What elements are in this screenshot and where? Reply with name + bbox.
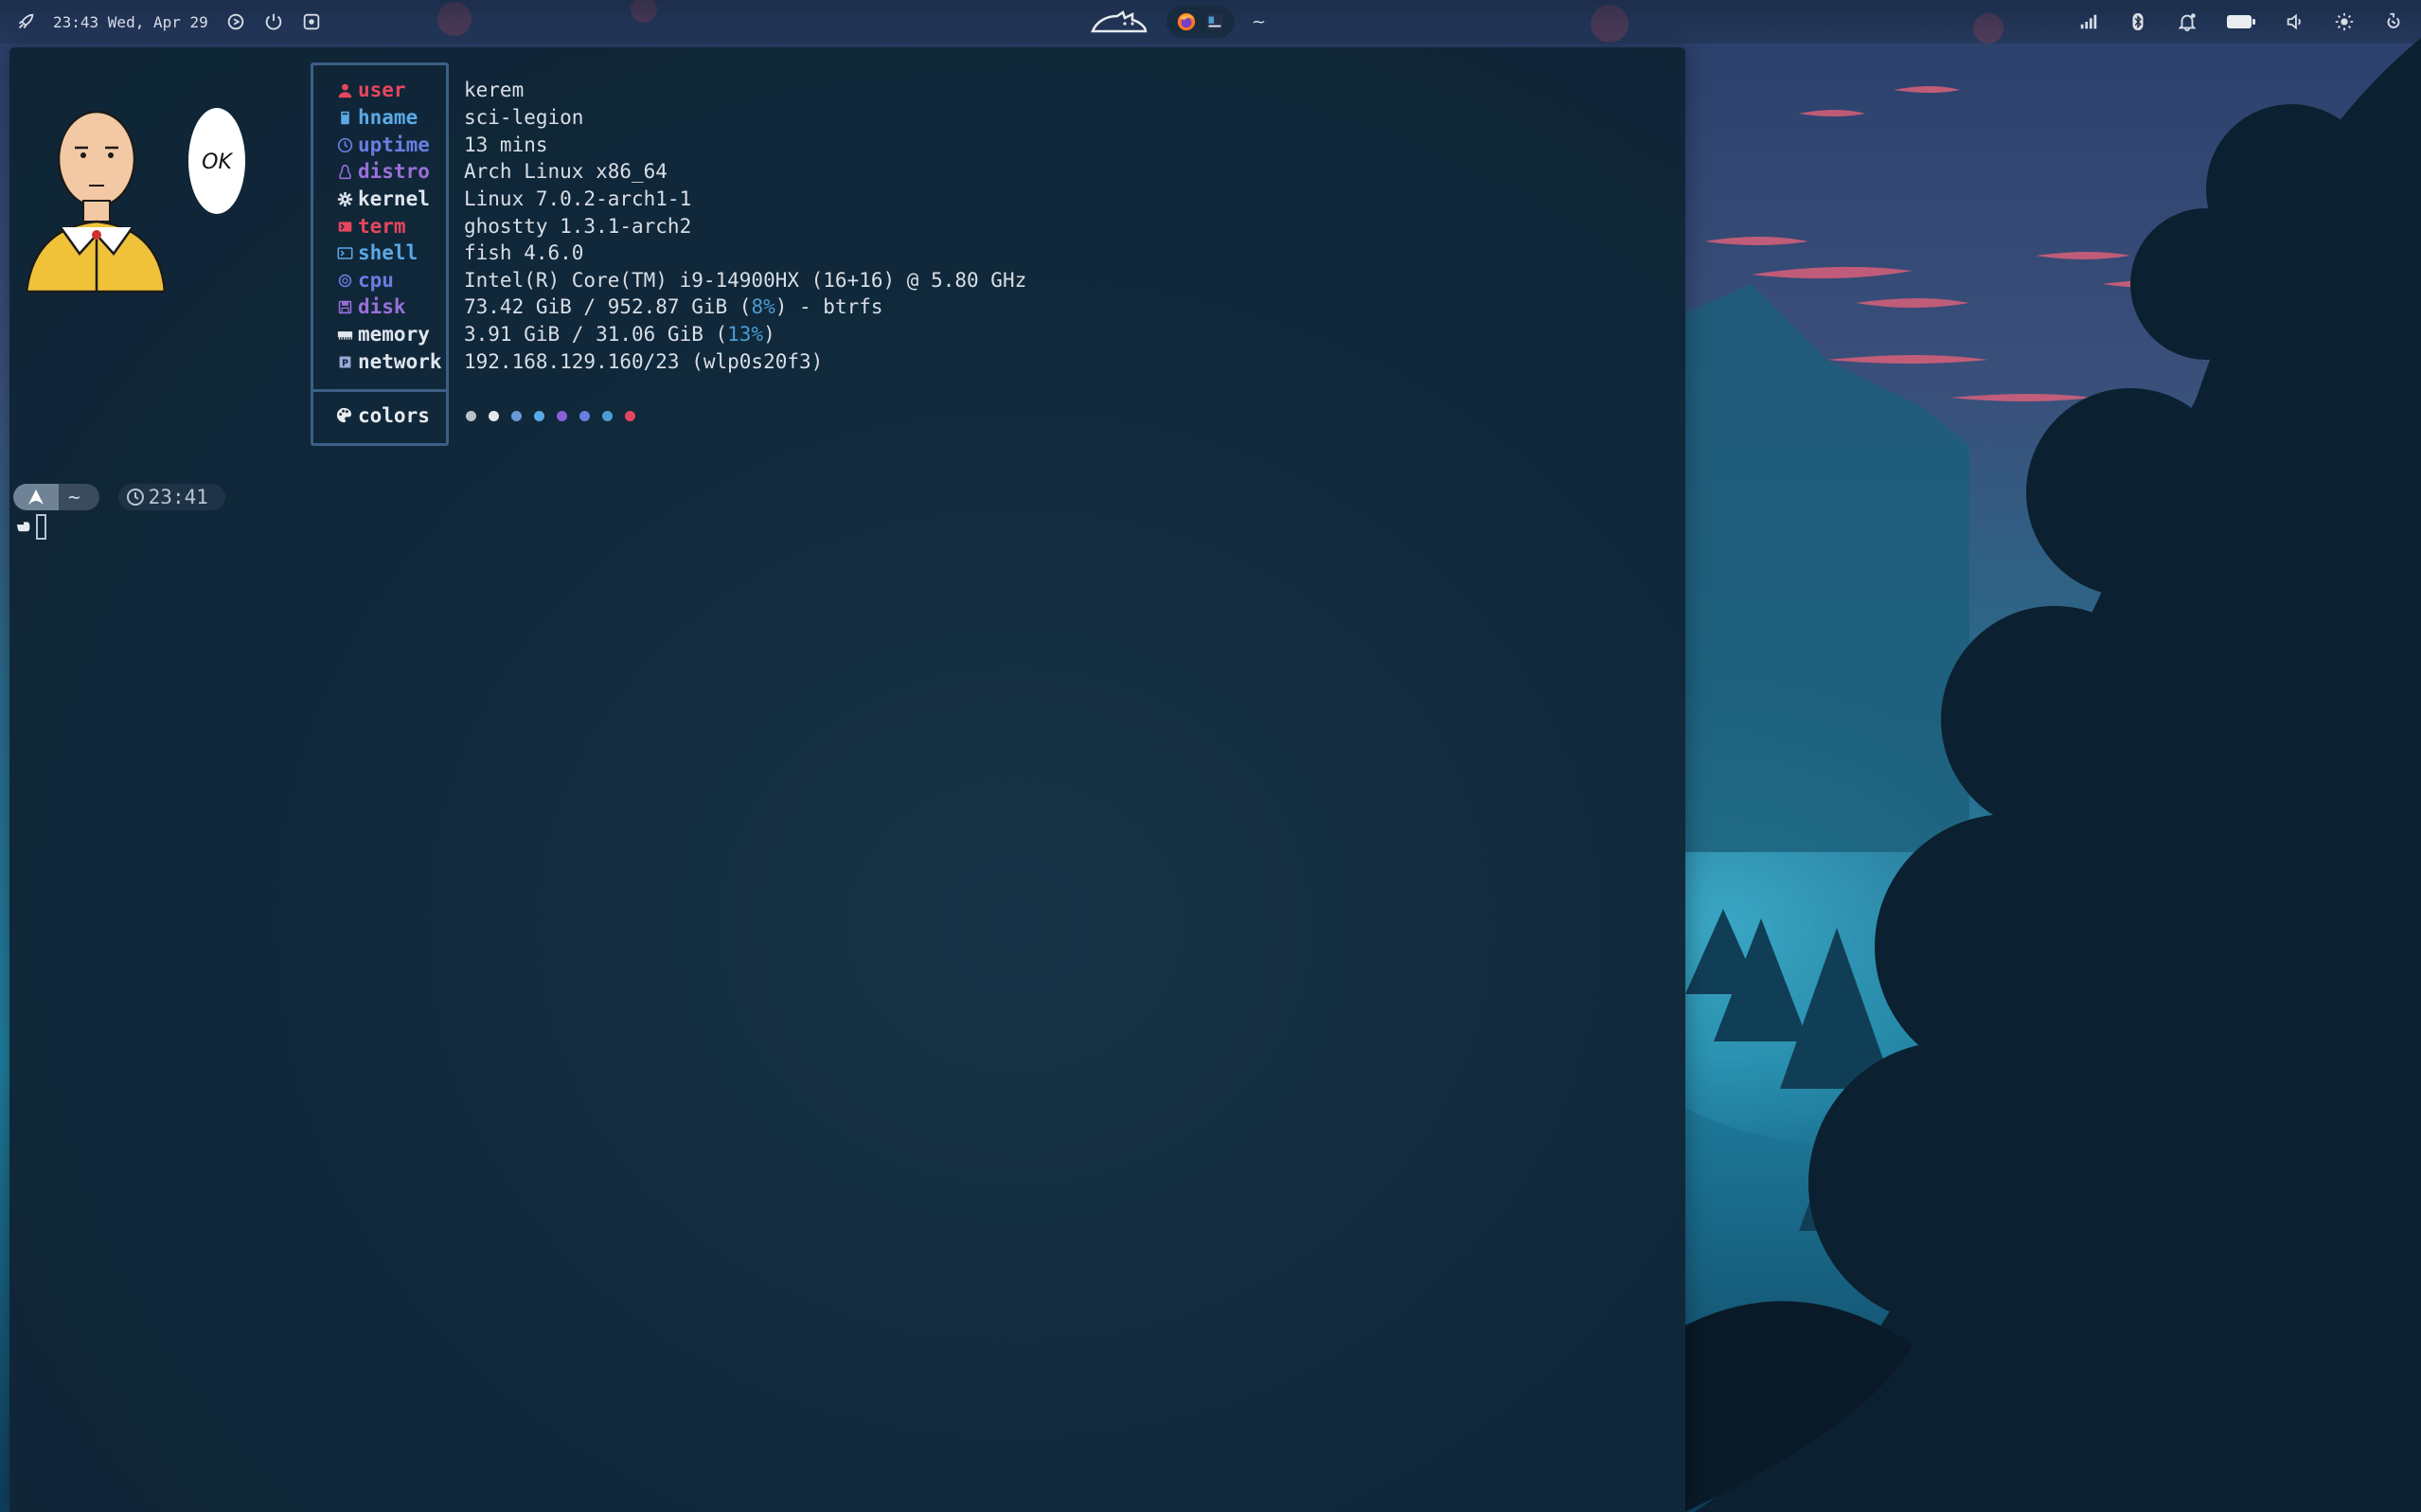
- fetch-key-cpu: cpu: [358, 269, 394, 292]
- fetch-value-cpu: Intel(R) Core(TM) i9-14900HX (16+16) @ 5…: [464, 269, 1027, 292]
- fetch-value-network: 192.168.129.160/23 (wlp0s20f3): [464, 350, 824, 373]
- fetch-key-shell: shell: [358, 241, 418, 264]
- topbar-center: ~: [1089, 0, 1266, 44]
- host-icon: [335, 108, 354, 127]
- fetch-key-memory: memory: [358, 323, 430, 346]
- terminal-icon: [335, 217, 354, 236]
- prompt-directory: ~: [59, 484, 99, 510]
- fetch-value-hname: sci-legion: [464, 106, 584, 129]
- fetch-row-colors: colors: [335, 404, 430, 427]
- fetch-value-uptime: 13 mins: [464, 133, 548, 156]
- power-icon[interactable]: [2383, 11, 2404, 32]
- shell-icon: [335, 243, 354, 262]
- bluetooth-icon[interactable]: [2127, 11, 2148, 32]
- color-swatch-0: [466, 411, 476, 421]
- color-swatch-1: [489, 411, 499, 421]
- cpu-icon: [335, 271, 354, 290]
- info-divider: [313, 389, 446, 392]
- color-swatch-2: [511, 411, 522, 421]
- prompt-time-segment: 23:41: [117, 484, 225, 510]
- fetch-key-hname: hname: [358, 106, 418, 129]
- idle-inhibit-icon[interactable]: [263, 11, 284, 32]
- fetch-value-shell: fish 4.6.0: [464, 241, 584, 264]
- fetch-key-network: network: [358, 350, 442, 373]
- fetch-key-colors: colors: [358, 404, 430, 427]
- battery-icon[interactable]: [2226, 11, 2256, 32]
- arch-logo-icon: [13, 484, 59, 510]
- terminal-cursor[interactable]: [36, 514, 46, 540]
- user-icon: [335, 80, 354, 99]
- topbar-right: [2078, 0, 2404, 44]
- fetch-value-user: kerem: [464, 79, 525, 101]
- svg-text:P: P: [342, 358, 348, 368]
- disk-icon: [335, 297, 354, 316]
- firefox-icon[interactable]: [1176, 11, 1197, 32]
- volume-icon[interactable]: [2285, 11, 2305, 32]
- clock-icon: [126, 488, 145, 507]
- app-dock: [1166, 6, 1235, 38]
- notification-icon[interactable]: [2177, 11, 2198, 32]
- fetch-key-user: user: [358, 79, 406, 101]
- pointing-hand-icon: [15, 517, 32, 538]
- color-swatch-6: [602, 411, 613, 421]
- fetch-key-disk: disk: [358, 295, 406, 318]
- prompt-time: 23:41: [148, 486, 208, 508]
- terminal-app-icon[interactable]: [1204, 11, 1225, 32]
- color-swatch-7: [625, 411, 635, 421]
- brightness-icon[interactable]: [2334, 11, 2355, 32]
- clock-icon: [335, 135, 354, 154]
- fetch-value-term: ghostty 1.3.1-arch2: [464, 215, 692, 238]
- shell-prompt: ~ 23:41: [13, 483, 225, 511]
- network-icon: P: [335, 352, 354, 371]
- recording-icon[interactable]: [225, 11, 246, 32]
- fetch-value-memory: 3.91 GiB / 31.06 GiB (13%): [464, 323, 775, 346]
- screenshot-icon[interactable]: [301, 11, 322, 32]
- clock-datetime[interactable]: 23:43 Wed, Apr 29: [53, 13, 208, 31]
- fetch-logo-image: OK: [23, 102, 259, 347]
- terminal-content: OK user kerem hname sci-legion uptime 13…: [9, 47, 1685, 1512]
- fetch-key-term: term: [358, 215, 406, 238]
- speech-bubble-text: OK: [202, 151, 233, 174]
- memory-icon: [335, 325, 354, 344]
- fetch-value-disk: 73.42 GiB / 952.87 GiB (8%) - btrfs: [464, 295, 883, 318]
- palette-icon: [335, 406, 354, 425]
- linux-icon: [335, 162, 354, 181]
- fetch-value-distro: Arch Linux x86_64: [464, 160, 668, 183]
- workspace-indicator[interactable]: ~: [1252, 12, 1266, 32]
- wifi-icon[interactable]: [2078, 11, 2099, 32]
- fetch-key-kernel: kernel: [358, 187, 430, 210]
- gear-icon: [335, 189, 354, 208]
- prompt-input-line[interactable]: [15, 514, 46, 540]
- launcher-icon[interactable]: [15, 11, 36, 32]
- color-swatch-5: [579, 411, 590, 421]
- color-palette: [466, 411, 635, 421]
- topbar-left: 23:43 Wed, Apr 29: [15, 0, 322, 44]
- fetch-value-kernel: Linux 7.0.2-arch1-1: [464, 187, 692, 210]
- fetch-key-uptime: uptime: [358, 133, 430, 156]
- terminal-window[interactable]: OK user kerem hname sci-legion uptime 13…: [9, 47, 1685, 1512]
- cat-workspace-icon[interactable]: [1089, 10, 1149, 33]
- color-swatch-4: [557, 411, 567, 421]
- fetch-key-distro: distro: [358, 160, 430, 183]
- color-swatch-3: [534, 411, 544, 421]
- top-bar: 23:43 Wed, Apr 29 ~: [0, 0, 2421, 44]
